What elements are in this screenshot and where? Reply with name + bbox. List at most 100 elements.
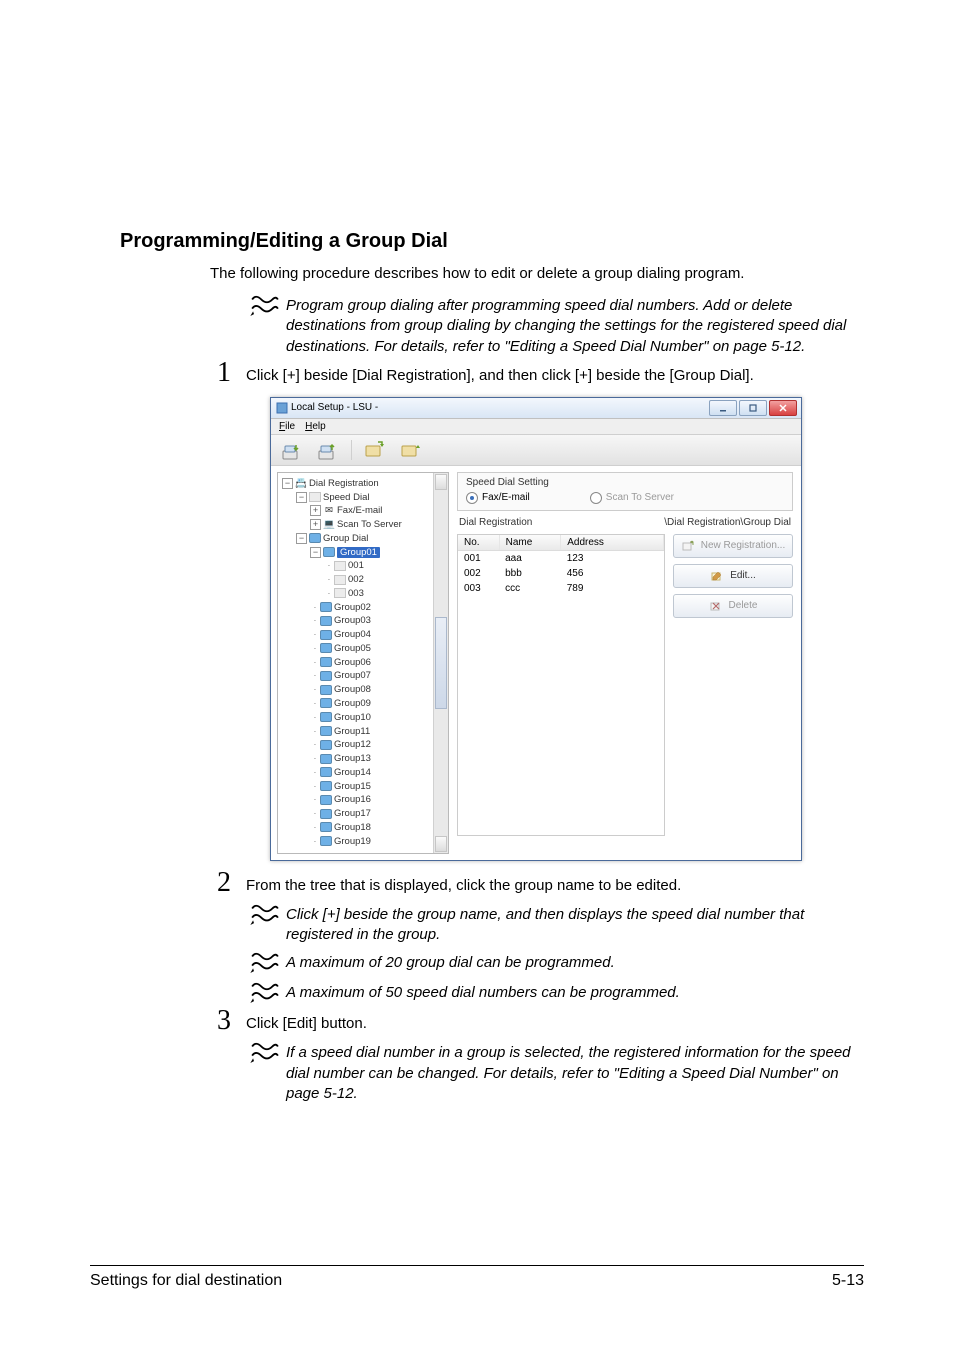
note-4-text: A maximum of 50 speed dial numbers can b…: [286, 983, 864, 1003]
window-body: −📇Dial Registration −Speed Dial +✉Fax/E-…: [271, 466, 801, 860]
step-2-text: From the tree that is displayed, click t…: [246, 875, 864, 896]
tree-group-item[interactable]: ·Group07: [282, 669, 446, 683]
tree-group-item[interactable]: ·Group02: [282, 601, 446, 615]
step-3-number: 3: [210, 1007, 238, 1035]
tree-group-item[interactable]: ·Group13: [282, 752, 446, 766]
note-3: A maximum of 20 group dial can be progra…: [250, 951, 864, 975]
tree-pane: −📇Dial Registration −Speed Dial +✉Fax/E-…: [277, 472, 449, 854]
right-pane: Speed Dial Setting Fax/E-mail Scan To Se…: [455, 466, 801, 860]
toolbar-export-icon[interactable]: [398, 439, 424, 461]
tree-leaf-003[interactable]: 003: [348, 588, 364, 599]
dial-list-table[interactable]: No. Name Address 001 aaa: [457, 534, 665, 836]
button-column: New Registration... Edit...: [673, 534, 793, 836]
scroll-down-button[interactable]: [435, 836, 447, 852]
tree-group-dial[interactable]: Group Dial: [323, 533, 368, 544]
note-1-text: Program group dialing after programming …: [286, 296, 864, 357]
table-row[interactable]: 001 aaa 123: [458, 550, 664, 566]
note-2: Click [+] beside the group name, and the…: [250, 903, 864, 946]
page: Programming/Editing a Group Dial The fol…: [0, 0, 954, 1350]
menu-file[interactable]: File: [279, 421, 295, 432]
content-area: Programming/Editing a Group Dial The fol…: [120, 230, 864, 1104]
page-footer: Settings for dial destination 5-13: [90, 1265, 864, 1290]
window-buttons: [709, 400, 797, 416]
window-titlebar: Local Setup - LSU -: [271, 398, 801, 419]
speed-dial-setting-panel: Speed Dial Setting Fax/E-mail Scan To Se…: [457, 472, 793, 511]
maximize-button[interactable]: [739, 400, 767, 416]
menu-help[interactable]: Help: [305, 421, 326, 432]
radio-fax-email[interactable]: Fax/E-mail: [466, 492, 530, 504]
tree-group-item[interactable]: ·Group03: [282, 614, 446, 628]
tree-group-item[interactable]: ·Group06: [282, 656, 446, 670]
intro-paragraph: The following procedure describes how to…: [210, 263, 864, 284]
footer-left: Settings for dial destination: [90, 1272, 282, 1290]
col-address[interactable]: Address: [561, 535, 664, 551]
tree-root[interactable]: Dial Registration: [309, 478, 379, 489]
tree-group-item[interactable]: ·Group09: [282, 697, 446, 711]
tree-group-item[interactable]: ·Group19: [282, 835, 446, 849]
note-5: If a speed dial number in a group is sel…: [250, 1041, 864, 1104]
radio-dot-icon: [590, 492, 602, 504]
step-3: 3 Click [Edit] button.: [210, 1011, 864, 1035]
note-4: A maximum of 50 speed dial numbers can b…: [250, 981, 864, 1005]
close-button[interactable]: [769, 400, 797, 416]
tree-group-item[interactable]: ·Group04: [282, 628, 446, 642]
note-3-text: A maximum of 20 group dial can be progra…: [286, 953, 864, 973]
step-3-text: Click [Edit] button.: [246, 1013, 864, 1034]
step-2: 2 From the tree that is displayed, click…: [210, 873, 864, 897]
tree-group-item[interactable]: ·Group14: [282, 766, 446, 780]
tree-group-item[interactable]: ·Group10: [282, 711, 446, 725]
tree-group-item[interactable]: ·Group15: [282, 780, 446, 794]
tree-scrollbar[interactable]: [433, 473, 448, 853]
tree-leaf-001[interactable]: 001: [348, 560, 364, 571]
tree-group-item[interactable]: ·Group18: [282, 821, 446, 835]
toolbar-separator: [351, 440, 352, 460]
edit-icon: [710, 569, 724, 583]
tree-scan-to-server[interactable]: Scan To Server: [337, 519, 402, 530]
toolbar-upload-to-device-icon[interactable]: [315, 439, 341, 461]
scroll-up-button[interactable]: [435, 474, 447, 490]
new-registration-icon: [681, 539, 695, 553]
menu-bar: File Help: [271, 419, 801, 435]
tree-leaf-002[interactable]: 002: [348, 574, 364, 585]
tree-group-item[interactable]: ·Group16: [282, 793, 446, 807]
note-1: Program group dialing after programming …: [250, 294, 864, 357]
note-icon: [250, 951, 280, 975]
tree-group-item[interactable]: ·Group05: [282, 642, 446, 656]
minimize-button[interactable]: [709, 400, 737, 416]
tree[interactable]: −📇Dial Registration −Speed Dial +✉Fax/E-…: [278, 473, 448, 853]
tree-fax-email[interactable]: Fax/E-mail: [337, 505, 382, 516]
step-1: 1 Click [+] beside [Dial Registration], …: [210, 363, 864, 387]
tree-group-item[interactable]: ·Group08: [282, 683, 446, 697]
note-icon: [250, 294, 280, 318]
tree-group01-selected[interactable]: Group01: [337, 547, 380, 558]
toolbar-import-icon[interactable]: [362, 439, 388, 461]
speed-dial-setting-label: Speed Dial Setting: [466, 477, 784, 488]
right-pane-title-row: Dial Registration \Dial Registration\Gro…: [459, 517, 791, 528]
note-icon: [250, 1041, 280, 1065]
delete-button[interactable]: Delete: [673, 594, 793, 618]
col-no[interactable]: No.: [458, 535, 499, 551]
step-1-number: 1: [210, 359, 238, 387]
note-icon: [250, 981, 280, 1005]
table-row[interactable]: 002 bbb 456: [458, 566, 664, 581]
step-1-text: Click [+] beside [Dial Registration], an…: [246, 365, 864, 386]
note-5-text: If a speed dial number in a group is sel…: [286, 1043, 864, 1104]
tree-group-item[interactable]: ·Group11: [282, 725, 446, 739]
footer-rule: [90, 1265, 864, 1266]
section-title: Programming/Editing a Group Dial: [120, 230, 864, 253]
right-pane-left-label: Dial Registration: [459, 517, 532, 528]
app-window: Local Setup - LSU - File: [270, 397, 802, 861]
new-registration-button[interactable]: New Registration...: [673, 534, 793, 558]
radio-scan-to-server[interactable]: Scan To Server: [590, 492, 674, 504]
col-name[interactable]: Name: [499, 535, 561, 551]
tree-group-item[interactable]: ·Group12: [282, 738, 446, 752]
edit-button[interactable]: Edit...: [673, 564, 793, 588]
scroll-thumb[interactable]: [435, 617, 447, 709]
note-icon: [250, 903, 280, 927]
note-2-text: Click [+] beside the group name, and the…: [286, 905, 864, 946]
tree-speed-dial[interactable]: Speed Dial: [323, 492, 369, 503]
table-row[interactable]: 003 ccc 789: [458, 581, 664, 596]
toolbar-download-from-device-icon[interactable]: [279, 439, 305, 461]
right-pane-path-label: \Dial Registration\Group Dial: [664, 517, 791, 528]
tree-group-item[interactable]: ·Group17: [282, 807, 446, 821]
